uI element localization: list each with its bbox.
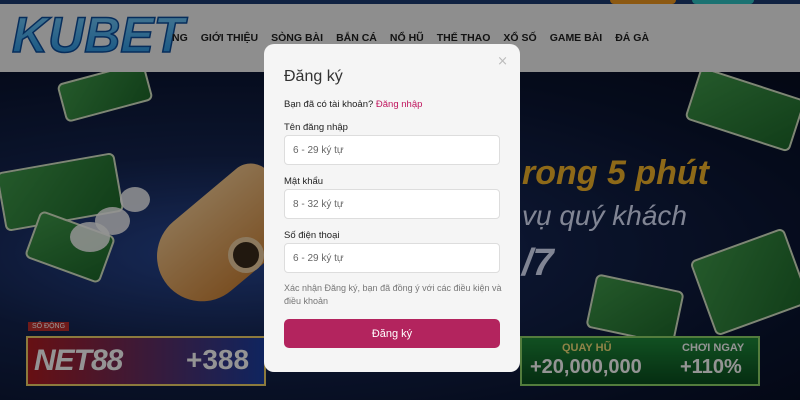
phone-label: Số điện thoại — [284, 230, 340, 241]
modal-title: Đăng ký — [284, 68, 343, 85]
password-input[interactable] — [284, 189, 500, 219]
close-icon[interactable]: × — [497, 54, 508, 69]
password-label: Mật khẩu — [284, 176, 324, 187]
terms-text: Xác nhận Đăng ký, bạn đã đồng ý với các … — [284, 283, 502, 306]
username-label: Tên đăng nhập — [284, 122, 348, 133]
phone-input[interactable] — [284, 243, 500, 273]
login-link[interactable]: Đăng nhập — [376, 99, 422, 110]
login-prompt-line: Bạn đã có tài khoản? Đăng nhập — [284, 99, 422, 110]
register-submit-button[interactable]: Đăng ký — [284, 319, 500, 348]
register-modal: × Đăng ký Bạn đã có tài khoản? Đăng nhập… — [264, 44, 520, 372]
login-prompt: Bạn đã có tài khoản? — [284, 99, 374, 110]
username-input[interactable] — [284, 135, 500, 165]
